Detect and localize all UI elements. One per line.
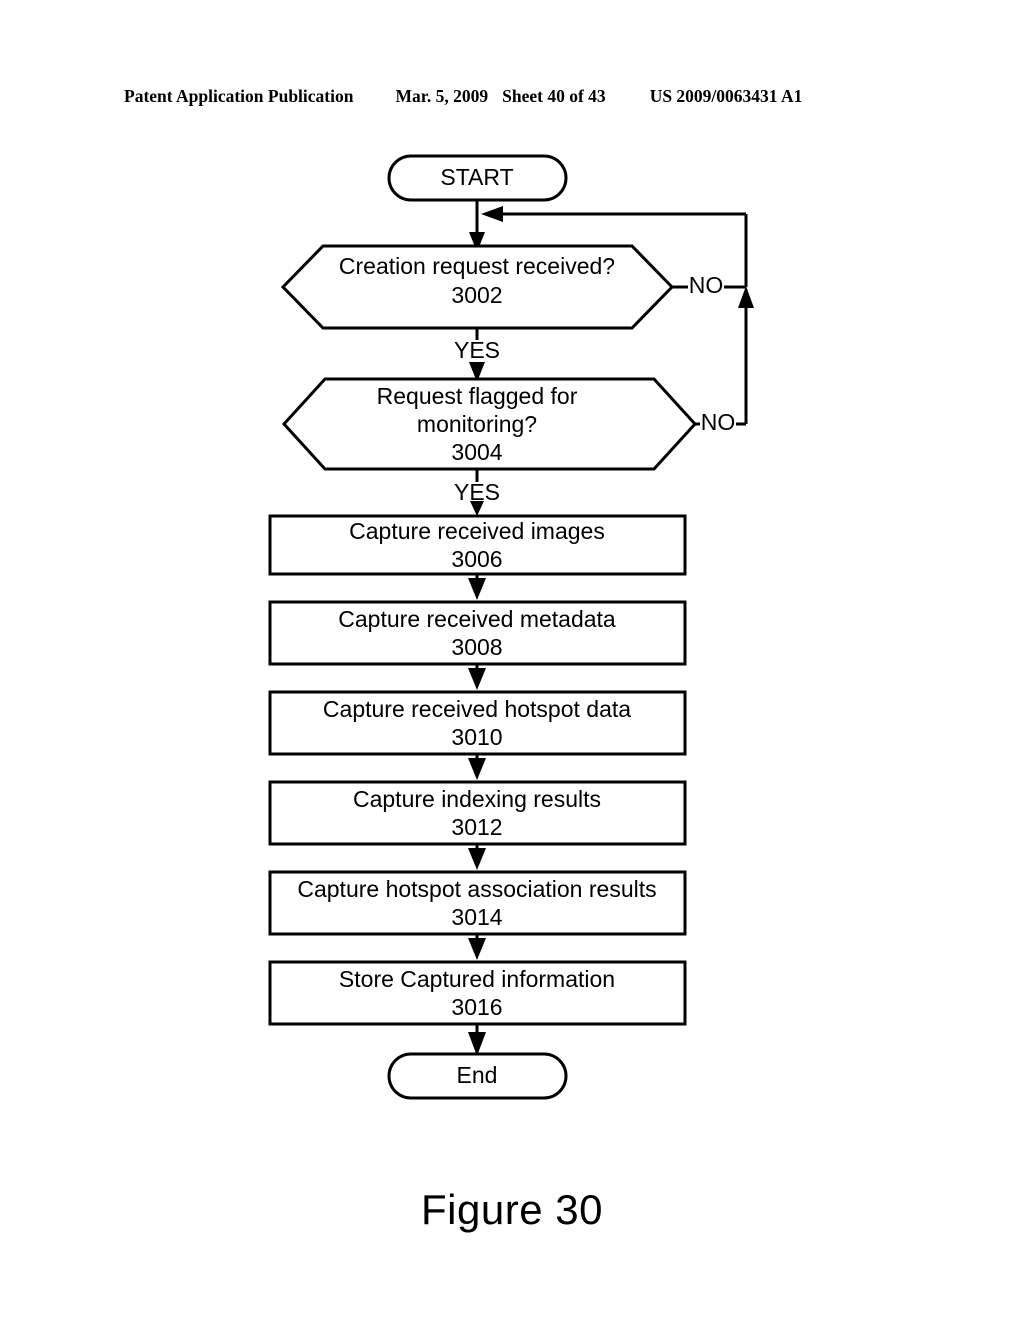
connector-start-to-3002 [469, 200, 485, 252]
process-3006-label-line2: 3006 [451, 546, 502, 572]
process-3016-label-line2: 3016 [451, 994, 502, 1020]
node-decision-3002: Creation request received? 3002 [280, 244, 675, 330]
node-process-3010: Capture received hotspot data 3010 [268, 690, 687, 756]
decision-3002-label-line2: 3002 [451, 282, 502, 308]
decision-3004-label-line2: monitoring? [417, 411, 537, 437]
connector-3006-to-3008 [468, 574, 486, 600]
node-process-3016: Store Captured information 3016 [268, 960, 687, 1026]
arrowhead-down-into-end [468, 1032, 486, 1056]
node-process-3008: Capture received metadata 3008 [268, 600, 687, 666]
process-3008-label-line1: Capture received metadata [338, 606, 616, 632]
branch-3004-yes: YES [454, 469, 500, 516]
branch-3004-no: NO [695, 409, 746, 435]
node-process-3006: Capture received images 3006 [268, 514, 687, 576]
flowchart-diagram: START Creation request received? 3002 NO [0, 0, 1024, 1320]
process-3014-label-line1: Capture hotspot association results [297, 876, 656, 902]
label-yes-3002: YES [454, 337, 500, 363]
process-3006-label-line1: Capture received images [349, 518, 605, 544]
end-label: End [457, 1062, 498, 1088]
connector-3010-to-3012 [468, 754, 486, 780]
connector-3008-to-3010 [468, 664, 486, 690]
connector-3016-to-end [468, 1024, 486, 1056]
arrowhead-down-into-3014 [468, 848, 486, 870]
arrowhead-down-into-3012 [468, 758, 486, 780]
arrowhead-down-into-3008 [468, 578, 486, 600]
branch-3002-no: NO [672, 272, 746, 298]
arrowhead-down-into-3006 [470, 501, 484, 516]
decision-3002-label-line1: Creation request received? [339, 253, 615, 279]
process-3010-label-line1: Capture received hotspot data [323, 696, 631, 722]
node-process-3014: Capture hotspot association results 3014 [268, 870, 687, 936]
decision-3004-label-line3: 3004 [451, 439, 502, 465]
arrowhead-up-loopback [738, 286, 754, 308]
arrowhead-down-into-3010 [468, 668, 486, 690]
node-end: End [387, 1052, 568, 1100]
connector-3012-to-3014 [468, 844, 486, 870]
connector-3014-to-3016 [468, 934, 486, 960]
process-3012-label-line2: 3012 [451, 814, 502, 840]
label-no-3002: NO [689, 272, 724, 298]
decision-3004-label-line1: Request flagged for [377, 383, 578, 409]
label-no-3004: NO [701, 409, 736, 435]
node-start: START [387, 154, 568, 202]
process-3014-label-line2: 3014 [451, 904, 502, 930]
node-process-3012: Capture indexing results 3012 [268, 780, 687, 846]
node-decision-3004: Request flagged for monitoring? 3004 [281, 377, 698, 471]
arrowhead-left-into-main-line [481, 206, 503, 222]
process-3010-label-line2: 3010 [451, 724, 502, 750]
figure-caption: Figure 30 [421, 1186, 603, 1233]
patent-figure-page: Patent Application Publication Mar. 5, 2… [0, 0, 1024, 1320]
start-label: START [440, 164, 513, 190]
process-3016-label-line1: Store Captured information [339, 966, 615, 992]
process-3008-label-line2: 3008 [451, 634, 502, 660]
process-3012-label-line1: Capture indexing results [353, 786, 601, 812]
branch-3002-yes: YES [454, 328, 500, 382]
arrowhead-down-into-3016 [468, 938, 486, 960]
